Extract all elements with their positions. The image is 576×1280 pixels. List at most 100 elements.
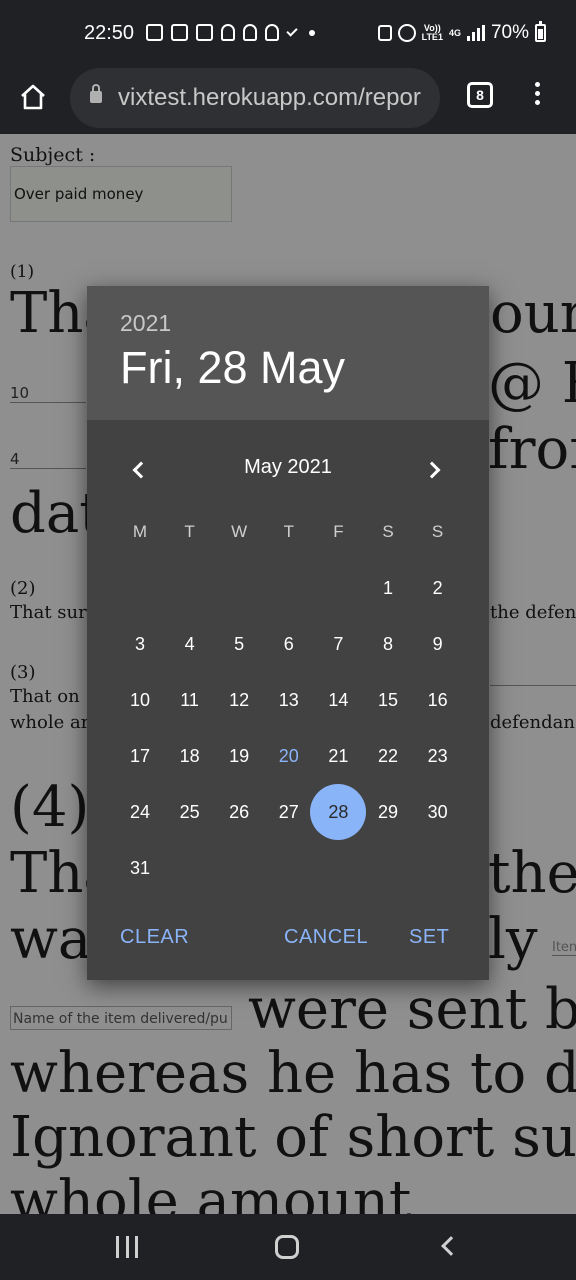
para4-text-wa: wa [10, 907, 92, 972]
para2-text-right: the defen [490, 602, 576, 623]
network-label: 4G [448, 27, 461, 38]
calendar-day-13[interactable]: 13 [264, 672, 314, 728]
weekday-header: S [431, 522, 444, 541]
weekday-header: F [333, 522, 344, 541]
calendar-day-23[interactable]: 23 [413, 728, 463, 784]
home-icon[interactable] [18, 82, 48, 112]
calendar-day-28[interactable]: 28 [310, 784, 367, 840]
lte-label: LTE1 [421, 32, 443, 42]
more-menu-icon[interactable] [530, 82, 544, 110]
para1-number: (1) [10, 262, 35, 282]
browser-toolbar: vixtest.herokuapp.com/repor 8 [0, 62, 576, 134]
para3-number: (3) [10, 662, 36, 683]
calendar-day-25[interactable]: 25 [165, 784, 215, 840]
calendar-day-4[interactable]: 4 [165, 616, 215, 672]
home-nav-icon[interactable] [275, 1235, 299, 1259]
calendar-day-9[interactable]: 9 [413, 616, 463, 672]
para3-text-right: defendan [490, 712, 575, 733]
cancel-button[interactable]: CANCEL [284, 926, 368, 949]
calendar-day-21[interactable]: 21 [313, 728, 363, 784]
calendar-day-2[interactable]: 2 [413, 560, 463, 616]
set-button[interactable]: SET [409, 926, 449, 949]
were-sent-text: were sent by [248, 977, 576, 1042]
weekday-header: S [382, 522, 394, 541]
notification-icons [146, 24, 315, 41]
calendar-day-26[interactable]: 26 [214, 784, 264, 840]
para4-text-the: the [488, 841, 576, 906]
tab-switcher-button[interactable]: 8 [467, 82, 493, 108]
para2-number: (2) [10, 578, 36, 599]
whereas-text: whereas he has to del [10, 1041, 576, 1106]
lock-alert-icon [377, 25, 392, 41]
item-field-small[interactable]: Iten [552, 940, 576, 956]
calendar-day-27[interactable]: 27 [264, 784, 314, 840]
battery-icon [535, 21, 546, 42]
item-name-input[interactable]: Name of the item delivered/pu [10, 1006, 232, 1030]
system-nav-bar [0, 1214, 576, 1280]
amount-field-4[interactable]: 4 [10, 450, 86, 469]
from-text: fron [488, 417, 576, 482]
calendar-day-19[interactable]: 19 [214, 728, 264, 784]
battery-percent: 70% [490, 22, 529, 43]
weekday-header: M [132, 522, 148, 541]
calendar-day-16[interactable]: 16 [413, 672, 463, 728]
chevron-right-icon [423, 461, 441, 479]
at-rate-text: @ R [488, 351, 576, 416]
calendar-day-24[interactable]: 24 [115, 784, 165, 840]
signal-icon [466, 25, 485, 41]
url-text: vixtest.herokuapp.com/repor [118, 84, 421, 111]
para3-text-left2: whole ar [10, 712, 90, 733]
para4-number: (4) [10, 775, 90, 840]
selected-date-label: Fri, 28 May [120, 342, 346, 393]
date-picker-header: 2021 Fri, 28 May [87, 286, 489, 420]
calendar-day-31[interactable]: 31 [115, 840, 165, 896]
calendar-day-14[interactable]: 14 [313, 672, 363, 728]
lock-icon [90, 84, 102, 103]
calendar-day-22[interactable]: 22 [363, 728, 413, 784]
calendar-day-30[interactable]: 30 [413, 784, 463, 840]
calendar-day-8[interactable]: 8 [363, 616, 413, 672]
whole-amount-text: whole amount [10, 1169, 412, 1215]
facebook-icon [146, 24, 163, 41]
calendar-day-18[interactable]: 18 [165, 728, 215, 784]
address-bar[interactable]: vixtest.herokuapp.com/repor [70, 68, 440, 128]
clear-button[interactable]: CLEAR [120, 926, 189, 949]
para1-text-right: ourc [490, 281, 576, 346]
calendar-day-17[interactable]: 17 [115, 728, 165, 784]
para3-text-left1: That on [10, 686, 80, 707]
year-label[interactable]: 2021 [120, 310, 171, 337]
calendar-day-20[interactable]: 20 [264, 728, 314, 784]
para2-text-left: That sur [10, 602, 87, 623]
alarm-icon [397, 24, 416, 42]
date-picker-dialog: 2021 Fri, 28 May May 2021 MTWTFSS1234567… [87, 286, 489, 980]
calendar-day-1[interactable]: 1 [363, 560, 413, 616]
calendar-day-5[interactable]: 5 [214, 616, 264, 672]
para3-field[interactable] [490, 666, 576, 686]
calendar-day-7[interactable]: 7 [313, 616, 363, 672]
instagram-icon [171, 24, 188, 41]
subject-input[interactable]: Over paid money [10, 166, 232, 222]
calendar-day-29[interactable]: 29 [363, 784, 413, 840]
para4-text-ly: ly [488, 907, 538, 972]
status-time: 22:50 [84, 22, 135, 44]
back-icon[interactable] [441, 1236, 461, 1256]
weekday-header: T [283, 522, 294, 541]
calendar-day-6[interactable]: 6 [264, 616, 314, 672]
recent-apps-icon[interactable] [116, 1236, 138, 1258]
system-icons: Vo)) LTE1 4G 70% [377, 21, 546, 44]
subject-label: Subject : [10, 144, 96, 166]
gesture-icon [221, 24, 235, 41]
app-icon [196, 24, 213, 41]
amount-field-10[interactable]: 10 [10, 384, 86, 403]
check-icon [286, 24, 298, 37]
ignorant-text: Ignorant of short supp [10, 1105, 576, 1170]
calendar-day-10[interactable]: 10 [115, 672, 165, 728]
gesture-icon [243, 24, 257, 41]
weekday-header: T [184, 522, 195, 541]
next-month-button[interactable] [423, 458, 448, 482]
calendar-day-15[interactable]: 15 [363, 672, 413, 728]
dot-icon [309, 29, 315, 36]
calendar-day-12[interactable]: 12 [214, 672, 264, 728]
calendar-day-3[interactable]: 3 [115, 616, 165, 672]
calendar-day-11[interactable]: 11 [165, 672, 215, 728]
